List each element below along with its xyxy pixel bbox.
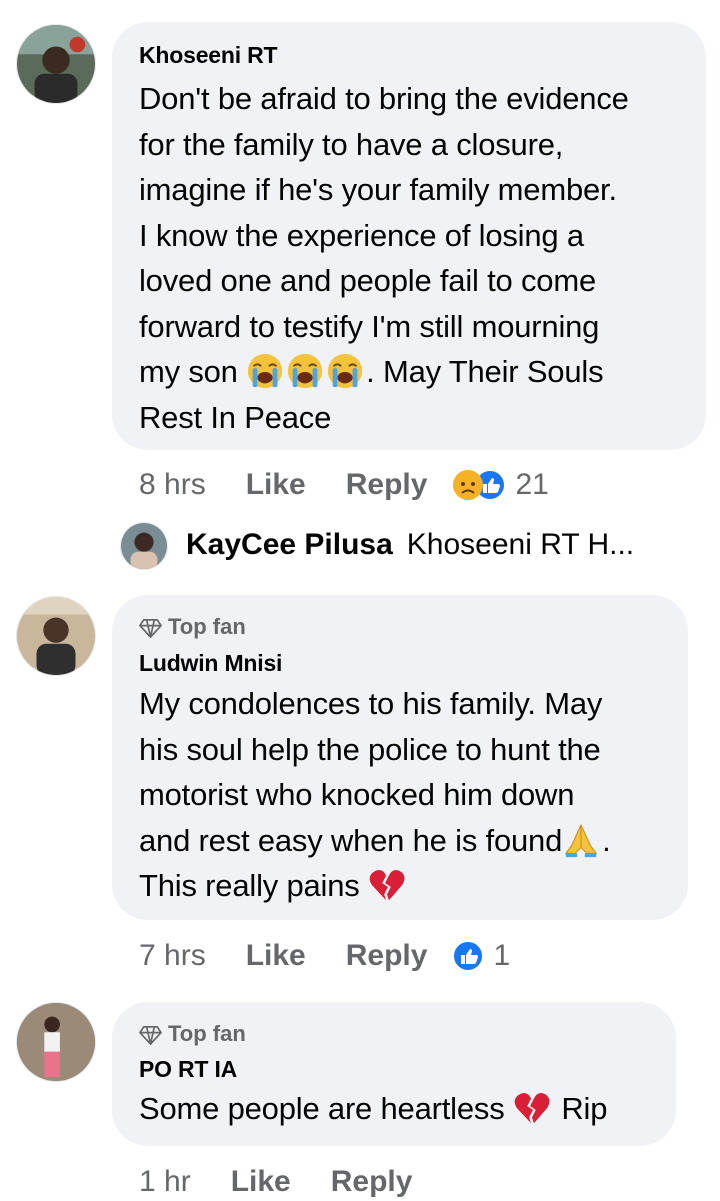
comment-line-text: . [602, 822, 611, 858]
badge-label: Top fan [168, 614, 246, 639]
diamond-icon [139, 618, 162, 638]
comment-line-text: Some people are heartless [139, 1091, 505, 1126]
comment-line: motorist who knocked him down [139, 777, 575, 812]
comment-line-text: my son [139, 354, 238, 389]
reply-preview[interactable]: KayCee Pilusa Khoseeni RT H... [186, 528, 634, 562]
comment-bubble: Top fan PO RT IA Some people are heartle… [112, 1002, 676, 1146]
reply-button[interactable]: Reply [346, 468, 428, 502]
comment-actions: 8 hrs Like Reply 21 [139, 465, 549, 505]
loudly-crying-face-emoji [246, 352, 284, 390]
like-button[interactable]: Like [246, 468, 306, 502]
comment-line: his soul help the police to hunt the [139, 731, 601, 767]
comment-line-text: and rest easy when he is found [139, 822, 563, 858]
comment-bubble: Khoseeni RT Don't be afraid to bring the… [112, 22, 706, 450]
avatar[interactable] [120, 522, 168, 570]
comment-line: This really pains [139, 863, 679, 909]
avatar[interactable] [16, 1002, 96, 1082]
comment-line: and rest easy when he is found. [139, 818, 679, 864]
loudly-crying-face-emoji [326, 352, 364, 390]
sad-reaction-icon [453, 470, 484, 500]
comment-time[interactable]: 1 hr [139, 1165, 191, 1199]
top-fan-badge: Top fan [139, 1020, 246, 1048]
comment-actions: 1 hr Like Reply [139, 1162, 412, 1201]
top-fan-badge: Top fan [139, 613, 246, 641]
broken-heart-emoji [368, 866, 406, 904]
like-button[interactable]: Like [246, 939, 306, 973]
reply-snippet[interactable]: Khoseeni RT H... [407, 528, 634, 562]
comment-line: My condolences to his family. May [139, 686, 603, 721]
comment-time[interactable]: 7 hrs [139, 939, 206, 973]
comment-line: Some people are heartless Rip [139, 1086, 669, 1132]
like-button[interactable]: Like [231, 1165, 291, 1199]
comment-line: Rest In Peace [139, 399, 332, 435]
comment-line-text: . May Their Souls [366, 354, 604, 389]
comment-text: Some people are heartless Rip [139, 1086, 669, 1132]
like-reaction-icon [452, 940, 485, 972]
comment-line: forward to testify I'm still mourning [139, 308, 600, 344]
comment-line-text: Rip [561, 1091, 608, 1126]
loudly-crying-face-emoji [286, 352, 324, 390]
reactions-summary[interactable] [451, 939, 485, 973]
reply-author[interactable]: KayCee Pilusa [186, 528, 393, 562]
diamond-icon [139, 1025, 162, 1045]
badge-label: Top fan [168, 1021, 246, 1046]
reply-button[interactable]: Reply [331, 1165, 413, 1199]
comment-line: my son . May Their Souls [139, 349, 699, 395]
reaction-count[interactable]: 1 [493, 939, 510, 973]
folded-hands-emoji [562, 821, 600, 859]
reaction-count[interactable]: 21 [515, 468, 548, 502]
comment-bubble: Top fan Ludwin Mnisi My condolences to h… [112, 595, 688, 920]
comment-text: My condolences to his family. May his so… [139, 681, 679, 909]
comment-actions: 7 hrs Like Reply 1 [139, 936, 510, 976]
comment-author[interactable]: Khoseeni RT [139, 42, 278, 69]
broken-heart-emoji [513, 1089, 551, 1127]
comment-text: Don't be afraid to bring the evidence fo… [139, 76, 699, 440]
comment-line: for the family to have a closure, [139, 126, 564, 162]
comment-line: loved one and people fail to come [139, 263, 597, 298]
avatar[interactable] [16, 24, 96, 104]
comment-time[interactable]: 8 hrs [139, 468, 206, 502]
reply-button[interactable]: Reply [346, 939, 428, 973]
reactions-summary[interactable] [451, 468, 507, 502]
comment-line: imagine if he's your family member. [139, 172, 617, 207]
comment-author[interactable]: PO RT IA [139, 1056, 237, 1083]
avatar[interactable] [16, 596, 96, 676]
comment-author[interactable]: Ludwin Mnisi [139, 650, 282, 677]
comment-line-text: This really pains [139, 868, 360, 903]
comment-line: Don't be afraid to bring the evidence [139, 81, 629, 116]
comment-line: I know the experience of losing a [139, 217, 584, 253]
